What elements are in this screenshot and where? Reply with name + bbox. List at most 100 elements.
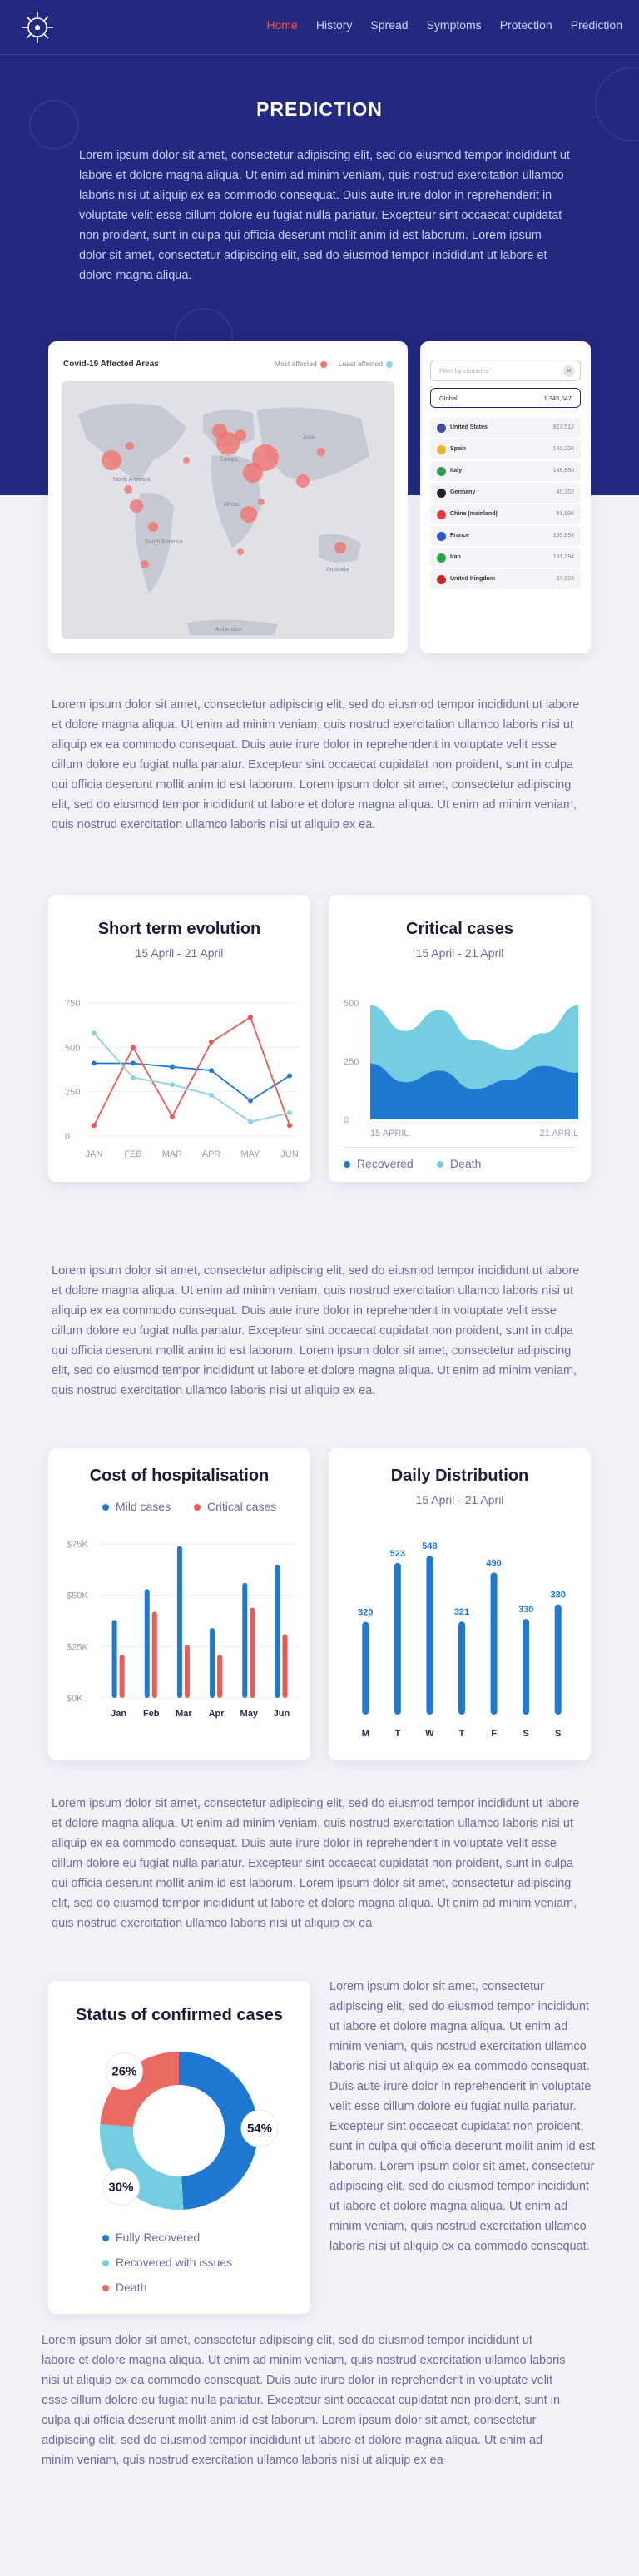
- nav-prediction[interactable]: Prediction: [571, 18, 622, 32]
- data-label: 320: [358, 1608, 373, 1618]
- series-line-0: [94, 1062, 290, 1102]
- y-tick-label: 250: [65, 1088, 80, 1098]
- nav-history[interactable]: History: [316, 18, 353, 32]
- data-point: [170, 1064, 175, 1070]
- x-tick-label: T: [394, 1729, 400, 1739]
- short-term-evolution-card: Short term evolution 15 April - 21 April…: [48, 895, 310, 1182]
- x-tick-label: T: [459, 1729, 465, 1739]
- y-tick-label: 500: [344, 999, 359, 1009]
- chart-title: Daily Distribution: [390, 1467, 529, 1485]
- legend-least-affected: Least affected: [339, 360, 393, 368]
- series-line-1: [93, 1015, 290, 1126]
- country-filter-input[interactable]: Filter by countries ✕: [430, 360, 581, 381]
- x-tick-label: JAN: [86, 1149, 103, 1159]
- y-tick-label: $0K: [67, 1694, 83, 1704]
- bar-critical: [184, 1644, 190, 1698]
- data-point: [92, 1123, 97, 1129]
- country-row-united-kingdom[interactable]: United Kingdom 97,903: [430, 569, 581, 589]
- nav-protection[interactable]: Protection: [500, 18, 552, 32]
- data-point: [209, 1068, 214, 1074]
- cost-of-hospitalisation-card: Cost of hospitalisation Mild cases Criti…: [48, 1448, 310, 1760]
- x-tick-label: Feb: [143, 1709, 160, 1719]
- paragraph-2: Lorem ipsum dolor sit amet, consectetur …: [52, 1264, 580, 1397]
- x-tick-label: S: [555, 1729, 561, 1739]
- bar-mild: [242, 1582, 248, 1698]
- paragraph-3: Lorem ipsum dolor sit amet, consectetur …: [52, 1797, 580, 1930]
- flag-icon: [437, 575, 446, 584]
- y-tick-label: $50K: [67, 1591, 88, 1601]
- line-chart[interactable]: 0 250 500 750 JAN FEB MAR APR MAY JUN: [48, 986, 310, 1169]
- global-total-row[interactable]: Global 1,345,047: [430, 388, 581, 408]
- chart-subtitle: 15 April - 21 April: [415, 946, 504, 960]
- daily-distribution-card: Daily Distribution 15 April - 21 April 3…: [329, 1448, 591, 1760]
- bar-day: [490, 1572, 498, 1715]
- world-map[interactable]: North America South America Europe Afric…: [62, 381, 394, 639]
- country-row-united-states[interactable]: United States 823,512: [430, 418, 581, 438]
- chart-subtitle: 15 April - 21 April: [415, 1493, 504, 1506]
- x-tick-label: M: [362, 1729, 369, 1739]
- chart-title: Cost of hospitalisation: [89, 1467, 270, 1485]
- affected-areas-map-card: Covid-19 Affected Areas Most affected Le…: [48, 341, 408, 653]
- x-tick-label: May: [240, 1709, 259, 1719]
- map-title: Covid-19 Affected Areas: [63, 360, 159, 369]
- daily-bar-chart[interactable]: 320 M 523 T 548 W 321 T 490 F 330 S 380 S: [329, 1515, 591, 1752]
- bar-mild: [210, 1628, 215, 1698]
- top-navigation: 19 Home History Spread Symptoms Protecti…: [0, 0, 639, 55]
- chart-title: Status of confirmed cases: [76, 2006, 283, 2024]
- bar-critical: [282, 1634, 288, 1698]
- legend-mild-cases: Mild cases: [102, 1500, 171, 1513]
- paragraph-4: Lorem ipsum dolor sit amet, consectetur …: [42, 2334, 566, 2467]
- slice-label: 26%: [111, 2065, 136, 2079]
- country-row-iran[interactable]: Iran 131,294: [430, 548, 581, 568]
- clear-icon[interactable]: ✕: [563, 365, 575, 377]
- country-row-germany[interactable]: Germany 45,302: [430, 483, 581, 503]
- side-paragraph: Lorem ipsum dolor sit amet, consectetur …: [329, 1980, 595, 2253]
- x-tick-label: Apr: [209, 1709, 225, 1719]
- x-tick-label: 21 APRIL: [540, 1129, 578, 1139]
- y-tick-label: 0: [65, 1132, 70, 1142]
- page-title: PREDICTION: [256, 98, 383, 120]
- country-row-france[interactable]: France 139,893: [430, 526, 581, 546]
- donut-chart[interactable]: 54% 30% 26%: [48, 2031, 310, 2222]
- data-point: [131, 1075, 136, 1080]
- flag-icon: [437, 532, 446, 541]
- grouped-bar-chart[interactable]: $0K $25K $50K $75K Jan Feb Mar Apr May Jun: [48, 1531, 310, 1748]
- legend-most-affected: Most affected: [275, 360, 327, 368]
- data-label: 321: [454, 1607, 469, 1617]
- nav-home[interactable]: Home: [266, 18, 297, 32]
- intro-paragraph: Lorem ipsum dolor sit amet, consectetur …: [79, 149, 570, 282]
- x-tick-label: W: [425, 1729, 434, 1739]
- x-tick-label: F: [491, 1729, 497, 1739]
- bar-day: [458, 1621, 465, 1715]
- area-chart[interactable]: 0 250 500 15 APRIL 21 APRIL: [329, 986, 591, 1144]
- nav-symptoms[interactable]: Symptoms: [427, 18, 482, 32]
- flag-icon: [437, 510, 446, 519]
- nav-spread[interactable]: Spread: [370, 18, 408, 32]
- x-tick-label: MAR: [162, 1149, 183, 1159]
- country-row-spain[interactable]: Spain 148,220: [430, 439, 581, 459]
- bar-mild: [111, 1620, 117, 1698]
- bar-day: [426, 1556, 433, 1715]
- map-label-europe: Europe: [220, 457, 239, 463]
- y-tick-label: 500: [65, 1043, 80, 1053]
- svg-text:19: 19: [35, 27, 41, 32]
- x-tick-label: Mar: [176, 1709, 192, 1719]
- flag-icon: [437, 553, 446, 563]
- data-point: [209, 1092, 214, 1098]
- data-point: [248, 1098, 253, 1104]
- bar-day: [554, 1604, 562, 1715]
- flag-icon: [437, 445, 446, 454]
- bar-critical: [119, 1655, 125, 1698]
- legend-death: Death: [102, 2281, 146, 2294]
- map-label-south-america: South America: [145, 539, 183, 545]
- bar-mild: [144, 1589, 150, 1698]
- country-row-italy[interactable]: Italy 148,880: [430, 461, 581, 481]
- legend-recovered-with-issues: Recovered with issues: [102, 2256, 232, 2269]
- x-tick-label: APR: [202, 1149, 221, 1159]
- data-label: 380: [551, 1591, 566, 1601]
- legend-critical-cases: Critical cases: [194, 1500, 276, 1513]
- virus-logo-icon[interactable]: 19: [20, 10, 55, 45]
- country-row-china[interactable]: China (mainland) 81,890: [430, 504, 581, 524]
- chart-title: Short term evolution: [97, 920, 261, 938]
- confirmed-cases-card: Status of confirmed cases 54% 30% 26% Full…: [48, 1981, 310, 2314]
